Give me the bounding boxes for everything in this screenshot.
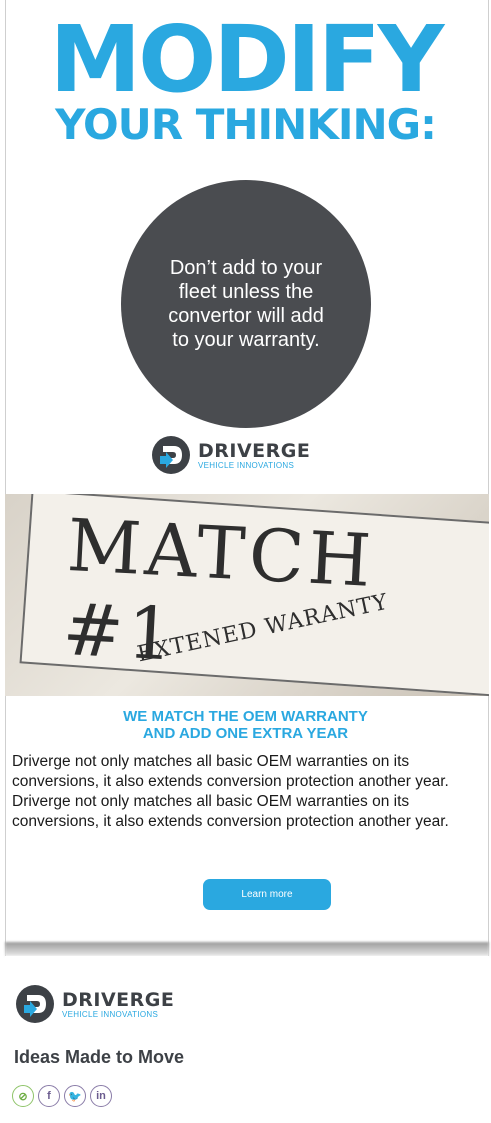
body-paragraph: Driverge not only matches all basic OEM … xyxy=(12,753,449,830)
section-divider-shadow xyxy=(5,942,489,956)
photo-handwriting-1: MATCH #1 xyxy=(60,503,377,677)
linkedin-icon[interactable]: in xyxy=(90,1085,112,1107)
footer-slogan: Ideas Made to Move xyxy=(14,1047,185,1067)
match-photo: MATCH #1 EXTENED WARANTY xyxy=(5,494,489,696)
headline-line-2: AND ADD ONE EXTRA YEAR xyxy=(142,725,349,742)
link-icon[interactable]: ⊘ xyxy=(12,1085,34,1107)
footer-brand-tagline: VEHICLE INNOVATIONS xyxy=(62,1009,159,1019)
facebook-icon[interactable]: f xyxy=(38,1085,60,1107)
brand-tagline: VEHICLE INNOVATIONS xyxy=(198,460,295,470)
driverge-logo-icon xyxy=(16,985,54,1023)
social-links: ⊘ f 🐦 in xyxy=(12,1085,112,1107)
footer-brand-logo[interactable]: DRIVERGE VEHICLE INNOVATIONS xyxy=(16,985,174,1023)
callout-text: Don’t add to your fleet unless the conve… xyxy=(168,257,324,351)
twitter-icon[interactable]: 🐦 xyxy=(64,1085,86,1107)
callout-circle: Don’t add to your fleet unless the conve… xyxy=(121,180,371,428)
section-headline: WE MATCH THE OEM WARRANTY AND ADD ONE EX… xyxy=(0,708,491,742)
brand-name: DRIVERGE xyxy=(198,439,311,462)
learn-more-button[interactable]: Learn more xyxy=(203,879,331,910)
headline-line-1: WE MATCH THE OEM WARRANTY xyxy=(123,708,368,725)
hero-title: MODIFY YOUR THINKING: xyxy=(0,14,491,146)
brand-logo: DRIVERGE VEHICLE INNOVATIONS xyxy=(152,436,310,474)
driverge-logo-icon xyxy=(152,436,190,474)
hero-line-2: YOUR THINKING: xyxy=(55,100,437,149)
footer-brand-name: DRIVERGE xyxy=(62,988,175,1011)
hero-line-1: MODIFY xyxy=(49,6,445,113)
